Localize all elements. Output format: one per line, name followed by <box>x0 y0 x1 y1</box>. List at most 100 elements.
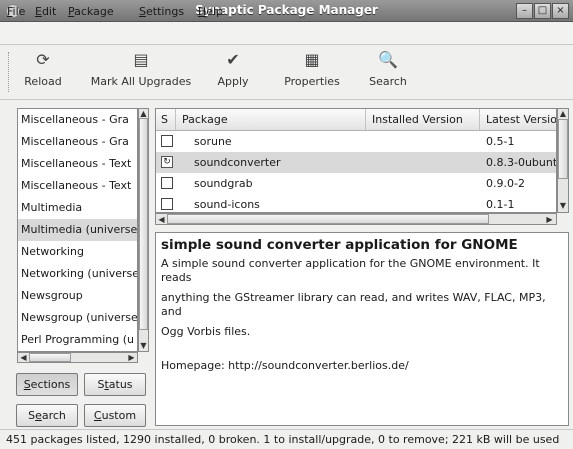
column-header-package[interactable]: Package <box>176 109 366 131</box>
menu-package-label: ackage <box>74 5 114 18</box>
apply-button[interactable]: ✔ Apply <box>213 50 253 96</box>
section-item[interactable]: Miscellaneous - Text <box>18 175 137 197</box>
scroll-up-arrow-icon[interactable]: ▲ <box>139 109 148 118</box>
description-homepage: Homepage: http://soundconverter.berlios.… <box>161 359 409 372</box>
apply-checkmark-icon: ✔ <box>226 50 240 69</box>
latest-version: 0.5-1 <box>486 135 515 148</box>
mark-all-upgrades-label: Mark All Upgrades <box>90 75 192 88</box>
status-button-label-end: atus <box>108 378 133 391</box>
column-header-latest-version[interactable]: Latest Version <box>480 109 556 131</box>
section-item-selected[interactable]: Multimedia (universe <box>18 219 137 241</box>
status-bar: 451 packages listed, 1290 installed, 0 b… <box>0 429 573 449</box>
reload-button[interactable]: ⟳ Reload <box>18 50 68 96</box>
toolbar-grip[interactable] <box>8 52 11 92</box>
menu-file-label: ile <box>12 5 26 18</box>
reload-label: Reload <box>24 75 62 88</box>
sections-button-label: ections <box>30 378 71 391</box>
section-item[interactable]: Multimedia <box>18 197 137 219</box>
menu-settings-mnemonic: S <box>139 5 146 18</box>
maximize-icon[interactable]: □ <box>534 3 551 19</box>
scroll-down-arrow-icon[interactable]: ▼ <box>558 201 568 210</box>
section-item[interactable]: Newsgroup <box>18 285 137 307</box>
section-item[interactable]: Miscellaneous - Text <box>18 153 137 175</box>
package-name: soundgrab <box>194 177 253 190</box>
properties-label: Properties <box>284 75 340 88</box>
section-item[interactable]: Newsgroup (universe <box>18 307 137 329</box>
section-item[interactable]: Networking (universe <box>18 263 137 285</box>
section-item[interactable]: Networking <box>18 241 137 263</box>
package-horizontal-scrollbar[interactable]: ◀ ▶ <box>155 213 557 225</box>
table-row[interactable]: soundgrab 0.9.0-2 <box>156 173 556 194</box>
package-checkbox[interactable] <box>161 135 173 147</box>
description-title: simple sound converter application for G… <box>161 237 518 253</box>
latest-version: 0.1-1 <box>486 198 515 211</box>
mark-upgrades-icon: ▤ <box>133 50 149 69</box>
scrollbar-thumb[interactable] <box>139 118 148 330</box>
custom-mnemonic: C <box>93 409 102 422</box>
package-checkbox[interactable] <box>161 198 173 210</box>
table-row[interactable]: sound-icons 0.1-1 <box>156 194 556 212</box>
menu-help-label: elp <box>206 5 224 18</box>
search-mnemonic: e <box>35 409 42 422</box>
custom-filter-button[interactable]: Custom <box>84 404 146 427</box>
custom-button-label: ustom <box>101 409 137 422</box>
scroll-up-arrow-icon[interactable]: ▲ <box>558 109 568 118</box>
status-filter-button[interactable]: Status <box>84 373 146 396</box>
mark-all-upgrades-button[interactable]: ▤ Mark All Upgrades <box>88 50 194 96</box>
scrollbar-thumb[interactable] <box>558 119 568 179</box>
table-row[interactable]: sorune 0.5-1 <box>156 131 556 152</box>
properties-button[interactable]: ▦ Properties <box>279 50 345 96</box>
menu-bar <box>0 22 573 45</box>
menu-file[interactable]: File <box>7 5 25 18</box>
description-blank-line <box>161 345 563 353</box>
menu-edit-mnemonic: E <box>35 5 42 18</box>
scroll-down-arrow-icon[interactable]: ▼ <box>139 341 148 350</box>
menu-help[interactable]: Help <box>198 5 223 18</box>
close-icon[interactable]: × <box>552 3 569 19</box>
menu-package[interactable]: Package <box>68 5 114 18</box>
column-header-status[interactable]: S <box>156 109 176 131</box>
package-vertical-scrollbar[interactable]: ▲ ▼ <box>557 108 569 213</box>
table-row-selected[interactable]: ↻ soundconverter 0.8.3-0ubuntu <box>156 152 557 173</box>
scroll-right-arrow-icon[interactable]: ▶ <box>545 215 554 224</box>
section-item[interactable]: Perl Programming (u <box>18 329 137 351</box>
latest-version: 0.8.3-0ubuntu <box>486 156 557 169</box>
package-description-pane[interactable]: simple sound converter application for G… <box>155 232 569 426</box>
scrollbar-thumb[interactable] <box>167 214 489 224</box>
package-table[interactable]: S Package Installed Version Latest Versi… <box>155 108 557 213</box>
description-line: A simple sound converter application for… <box>161 257 540 284</box>
scrollbar-thumb[interactable] <box>29 353 71 362</box>
sections-mnemonic: S <box>23 378 31 391</box>
sections-filter-button[interactable]: Sections <box>16 373 78 396</box>
scroll-left-arrow-icon[interactable]: ◀ <box>19 353 28 362</box>
scroll-right-arrow-icon[interactable]: ▶ <box>127 353 136 362</box>
menu-edit-label: dit <box>41 5 57 18</box>
section-item[interactable]: Miscellaneous - Gra <box>18 131 137 153</box>
scroll-left-arrow-icon[interactable]: ◀ <box>157 215 166 224</box>
search-label: Search <box>369 75 407 88</box>
section-item[interactable]: Miscellaneous - Gra <box>18 109 137 131</box>
package-checkbox[interactable] <box>161 177 173 189</box>
apply-label: Apply <box>217 75 249 88</box>
sections-list[interactable]: Miscellaneous - Gra Miscellaneous - Gra … <box>17 108 138 352</box>
upgrade-status-icon[interactable]: ↻ <box>161 156 173 168</box>
menu-settings-label: ettings <box>145 5 185 18</box>
search-filter-button[interactable]: Search <box>16 404 78 427</box>
properties-icon: ▦ <box>304 50 320 69</box>
latest-version: 0.9.0-2 <box>486 177 525 190</box>
package-name: sorune <box>194 135 232 148</box>
menu-edit[interactable]: Edit <box>35 5 56 18</box>
package-name: soundconverter <box>194 156 281 169</box>
search-button-label-end: arch <box>41 409 66 422</box>
search-button[interactable]: 🔍 Search <box>365 50 411 96</box>
search-icon: 🔍 <box>378 50 398 69</box>
menu-settings[interactable]: Settings <box>139 5 184 18</box>
description-line: anything the GStreamer library can read,… <box>161 291 546 318</box>
reload-icon: ⟳ <box>36 50 50 69</box>
package-name: sound-icons <box>194 198 260 211</box>
minimize-icon[interactable]: – <box>516 3 533 19</box>
description-line: Ogg Vorbis files. <box>161 325 251 338</box>
sections-vertical-scrollbar[interactable]: ▲ ▼ <box>138 108 149 352</box>
column-header-installed-version[interactable]: Installed Version <box>366 109 480 131</box>
sections-horizontal-scrollbar[interactable]: ◀ ▶ <box>17 352 138 363</box>
